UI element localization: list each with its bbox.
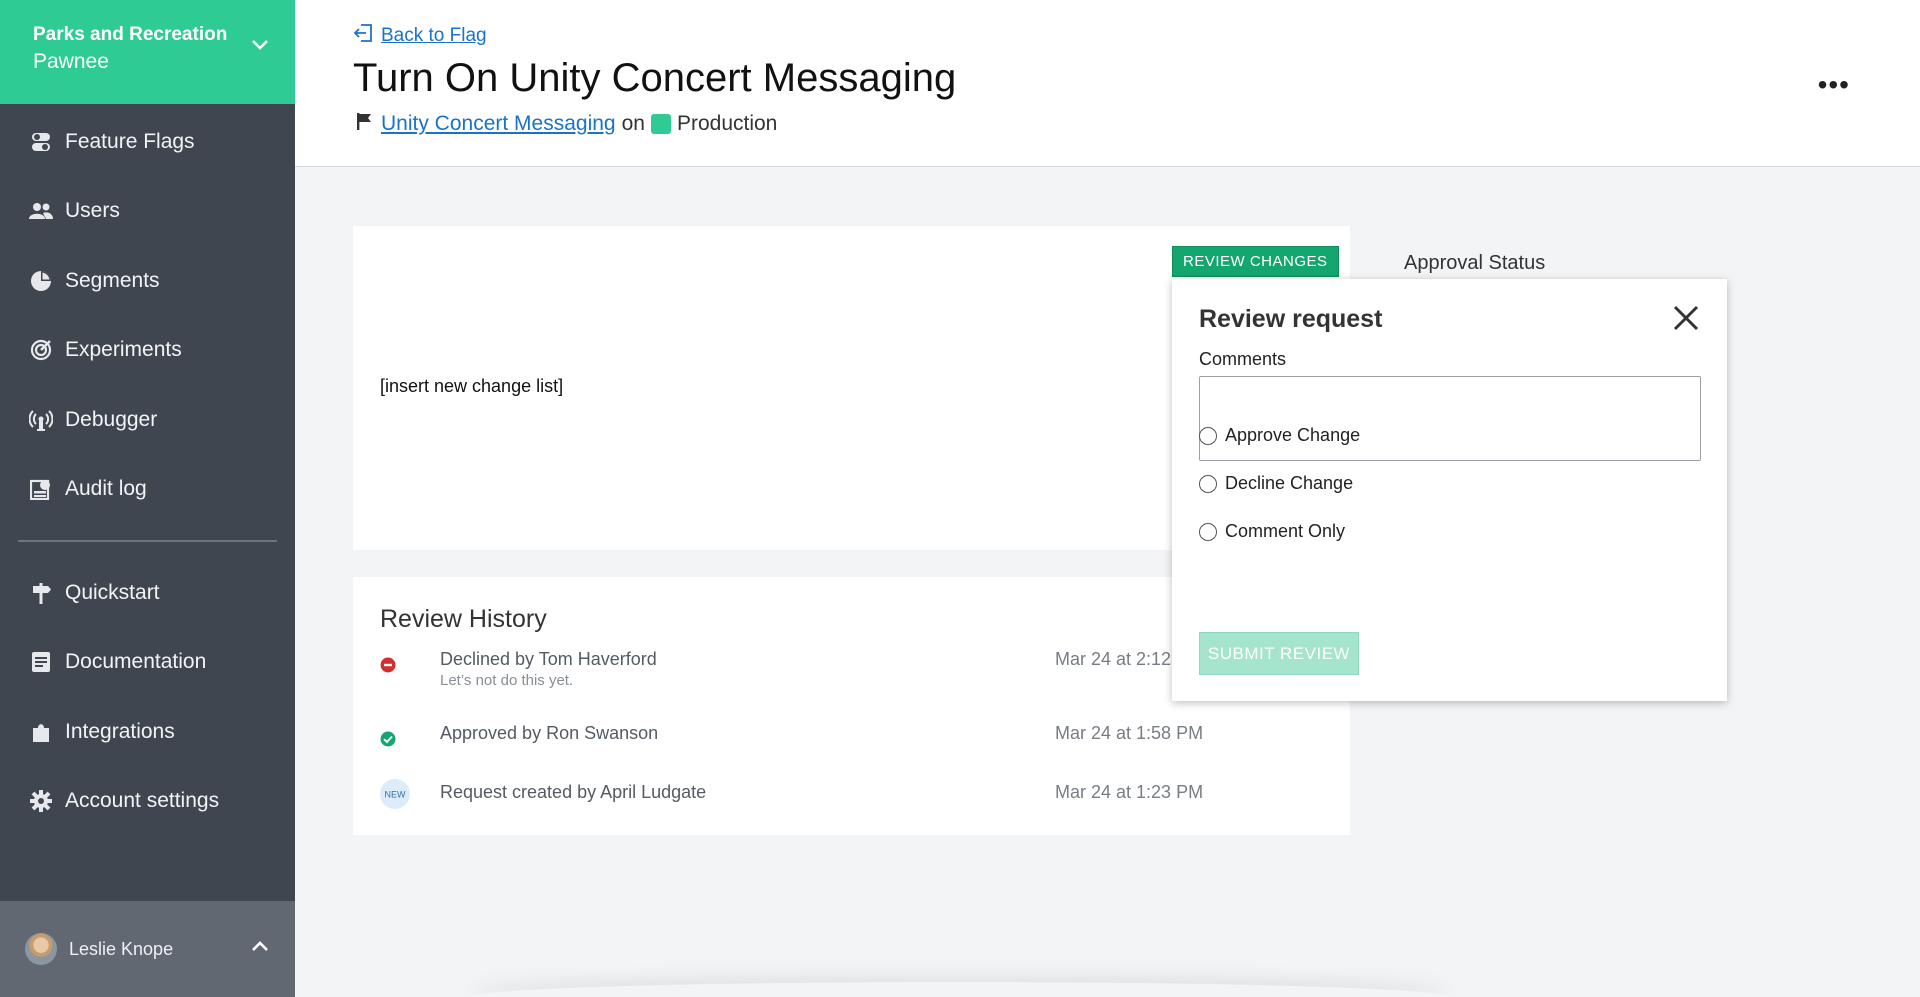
sidebar-item-audit-log[interactable]: Audit log	[0, 455, 295, 525]
project-switcher[interactable]: Parks and Recreation Pawnee	[0, 0, 295, 104]
audit-icon	[29, 477, 53, 501]
bottom-shadow	[470, 982, 1450, 997]
sidebar: Parks and Recreation Pawnee Feature Flag…	[0, 0, 295, 997]
radio-button[interactable]	[1199, 522, 1217, 541]
user-name: Leslie Knope	[69, 938, 174, 959]
radio-label: Comment Only	[1225, 521, 1346, 541]
history-text: Approved by Ron Swanson	[440, 723, 659, 743]
comments-label: Comments	[1199, 349, 1287, 369]
back-link-label: Back to Flag	[381, 25, 487, 46]
sidebar-item-quickstart[interactable]: Quickstart	[0, 558, 295, 628]
sidebar-item-label: Documentation	[65, 650, 207, 674]
sidebar-nav: Feature Flags Users Segments Experiments…	[0, 107, 295, 524]
radio-button[interactable]	[1199, 426, 1217, 445]
new-badge: NEW	[379, 778, 411, 815]
avatar	[25, 933, 57, 965]
comment-only-radio[interactable]: Comment Only	[1199, 521, 1345, 542]
history-time: Mar 24 at 1:58 PM	[1055, 723, 1204, 743]
more-options-button[interactable]: •••	[1818, 71, 1850, 99]
review-history-title: Review History	[380, 605, 547, 633]
flag-environment-line: Unity Concert Messaging on Production	[355, 112, 777, 136]
sidebar-item-users[interactable]: Users	[0, 177, 295, 247]
sidebar-item-feature-flags[interactable]: Feature Flags	[0, 107, 295, 177]
page-title: Turn On Unity Concert Messaging	[353, 56, 957, 100]
approve-change-radio[interactable]: Approve Change	[1199, 425, 1360, 446]
users-icon	[29, 199, 53, 223]
chevron-up-icon[interactable]	[251, 939, 269, 957]
submit-review-button[interactable]: SUBMIT REVIEW	[1199, 632, 1359, 675]
history-row: Approved by Ron Swanson Mar 24 at 1:58 P…	[353, 723, 1350, 767]
sidebar-item-label: Segments	[65, 268, 160, 292]
sidebar-item-experiments[interactable]: Experiments	[0, 316, 295, 386]
declined-icon	[380, 657, 396, 678]
sidebar-item-account-settings[interactable]: Account settings	[0, 767, 295, 837]
change-list-placeholder: [insert new change list]	[380, 376, 564, 396]
sidebar-item-segments[interactable]: Segments	[0, 246, 295, 316]
sidebar-item-label: Feature Flags	[65, 129, 195, 153]
flag-link[interactable]: Unity Concert Messaging	[381, 112, 616, 136]
puzzle-icon	[29, 720, 53, 744]
history-text: Declined by Tom Haverford	[440, 649, 657, 669]
sidebar-item-debugger[interactable]: Debugger	[0, 385, 295, 455]
history-comment: Let’s not do this yet.	[440, 672, 574, 689]
review-changes-button[interactable]: REVIEW CHANGES	[1172, 246, 1339, 277]
page-header: Back to Flag Turn On Unity Concert Messa…	[295, 0, 1920, 167]
radio-label: Approve Change	[1225, 425, 1361, 445]
back-to-flag-link[interactable]: Back to Flag	[353, 24, 487, 48]
broadcast-icon	[29, 408, 53, 432]
environment-name: Production	[676, 112, 778, 135]
signpost-icon	[29, 581, 53, 605]
on-text: on	[621, 112, 645, 135]
approved-check-icon	[380, 731, 396, 752]
sidebar-item-label: Debugger	[65, 407, 158, 431]
sidebar-item-label: Users	[65, 199, 120, 223]
pie-icon	[29, 269, 53, 293]
history-time: Mar 24 at 1:23 PM	[1055, 782, 1204, 802]
back-arrow-icon	[353, 24, 373, 48]
gear-icon	[29, 789, 53, 813]
sidebar-secondary-nav: Quickstart Documentation Integrations Ac…	[0, 558, 295, 836]
history-text: Request created by April Ludgate	[440, 782, 707, 802]
close-icon[interactable]	[1673, 305, 1699, 336]
comments-field[interactable]	[1199, 376, 1701, 461]
sidebar-item-integrations[interactable]: Integrations	[0, 697, 295, 767]
sidebar-item-label: Integrations	[65, 719, 175, 743]
sidebar-item-documentation[interactable]: Documentation	[0, 628, 295, 698]
sidebar-item-label: Experiments	[65, 338, 182, 362]
target-icon	[29, 338, 53, 362]
new-badge-label: NEW	[385, 790, 407, 800]
project-name: Pawnee	[33, 50, 109, 73]
review-request-popover: Review request Comments Approve Change D…	[1172, 279, 1727, 701]
org-name: Parks and Recreation	[33, 24, 228, 45]
history-row: NEW Request created by April Ludgate Mar…	[353, 779, 1350, 826]
sidebar-item-label: Quickstart	[65, 580, 160, 604]
radio-button[interactable]	[1199, 474, 1217, 493]
document-icon	[29, 650, 53, 674]
decline-change-radio[interactable]: Decline Change	[1199, 473, 1353, 494]
approval-status-heading: Approval Status	[1404, 252, 1546, 274]
radio-label: Decline Change	[1225, 473, 1354, 493]
toggle-icon	[29, 130, 53, 154]
popover-title: Review request	[1199, 305, 1383, 333]
environment-color-swatch	[650, 114, 671, 134]
sidebar-item-label: Account settings	[65, 789, 220, 813]
chevron-down-icon[interactable]	[251, 38, 269, 56]
user-menu[interactable]: Leslie Knope	[0, 901, 295, 997]
flag-icon	[355, 112, 373, 136]
sidebar-item-label: Audit log	[65, 477, 147, 501]
sidebar-divider	[18, 540, 277, 542]
